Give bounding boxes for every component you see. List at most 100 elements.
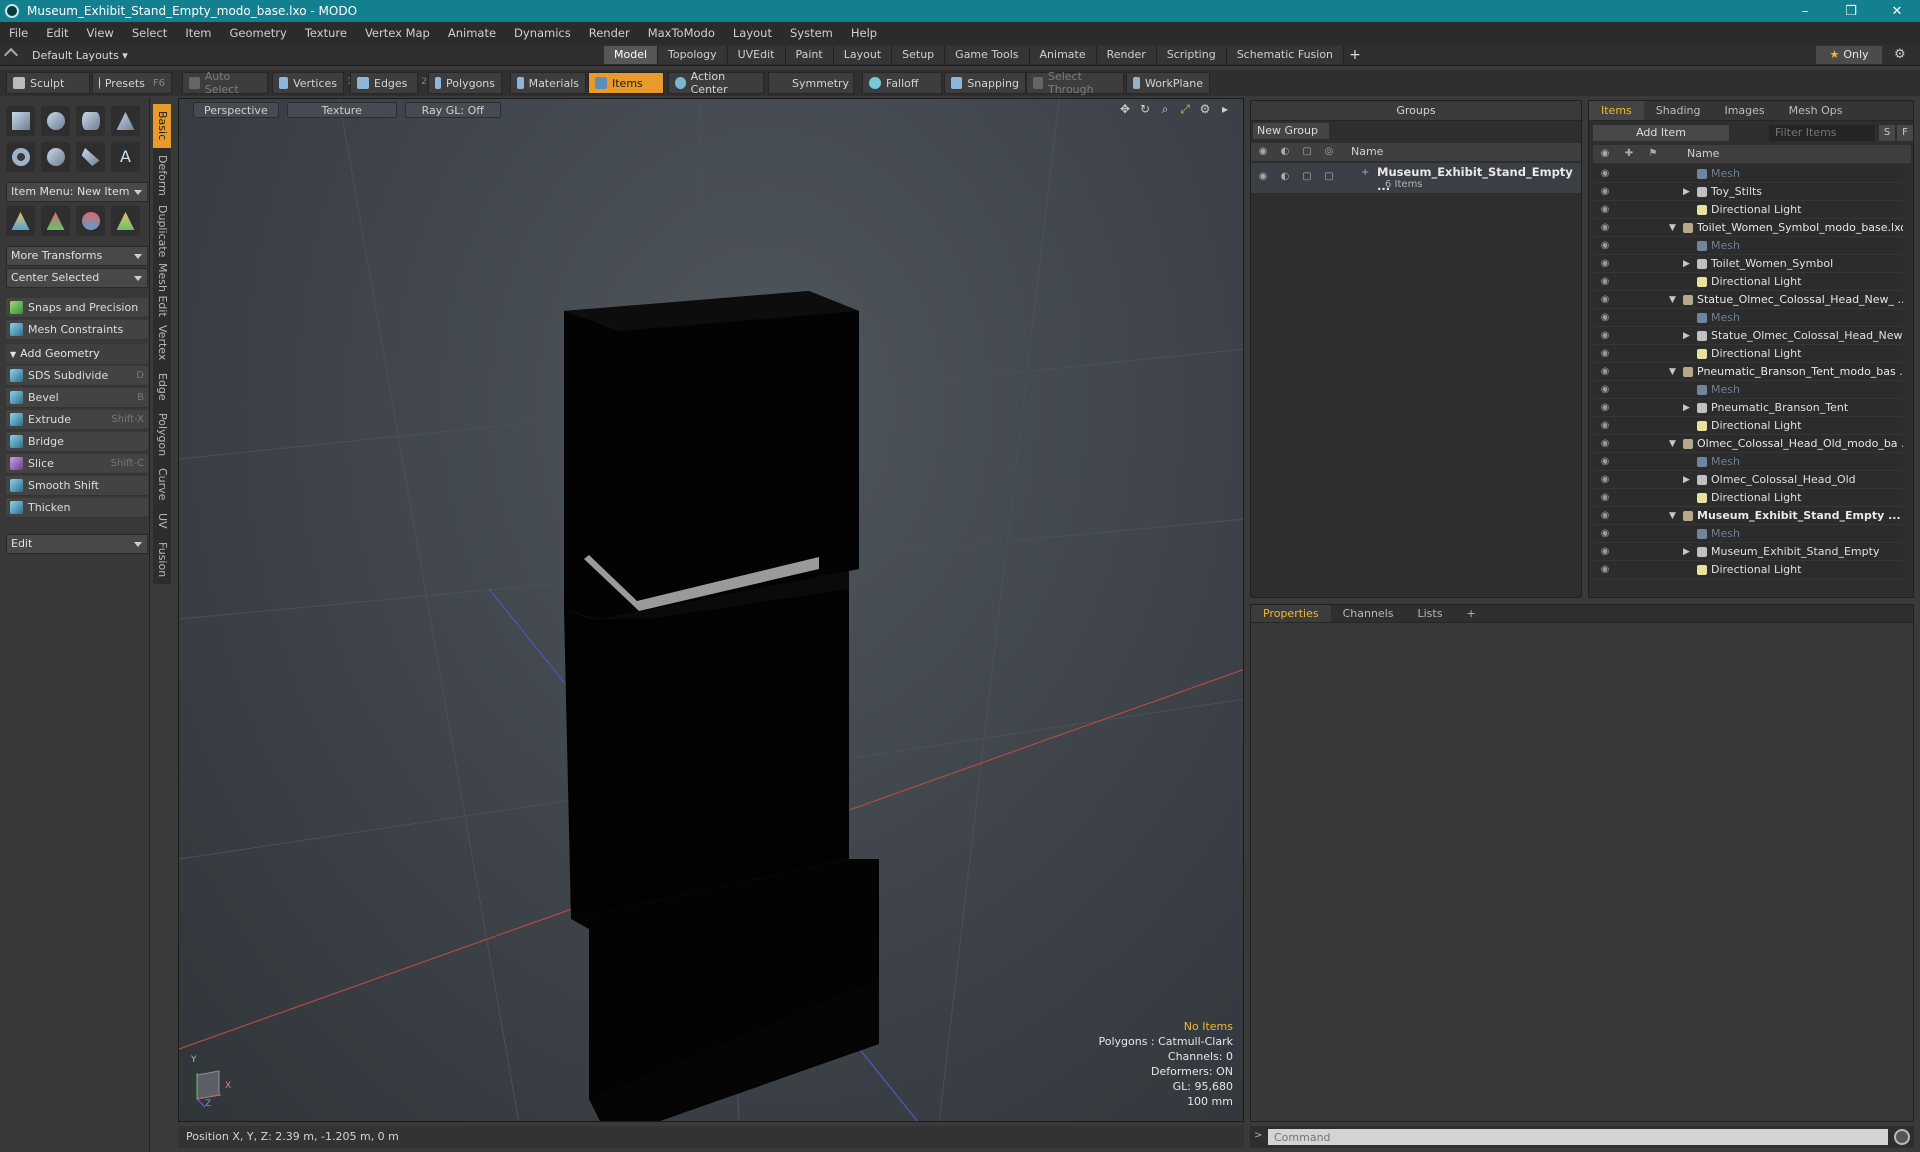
menu-view[interactable]: View	[78, 26, 123, 40]
cylinder-primitive-button[interactable]	[76, 106, 105, 136]
item-menu-dropdown[interactable]: Item Menu: New Item	[6, 182, 148, 202]
falloff-button[interactable]: Falloff	[862, 72, 942, 94]
expand-arrow-icon[interactable]: ▶	[1683, 183, 1690, 201]
list-item[interactable]: ◉ Mesh	[1593, 237, 1903, 255]
torus-primitive-button[interactable]	[6, 142, 35, 172]
list-item[interactable]: ◉ ▼ Statue_Olmec_Colossal_Head_New_ ...	[1593, 291, 1903, 309]
list-item[interactable]: ◉ Directional Light	[1593, 201, 1903, 219]
collapse-arrow-icon[interactable]: ▼	[1669, 291, 1676, 309]
tab-topology[interactable]: Topology	[658, 46, 728, 64]
minimize-button[interactable]: –	[1782, 0, 1828, 22]
visibility-eye-icon[interactable]: ◉	[1598, 255, 1612, 273]
visibility-eye-icon[interactable]: ◉	[1598, 309, 1612, 327]
center-selected-dropdown[interactable]: Center Selected	[6, 268, 148, 288]
edit-dropdown[interactable]: Edit	[6, 534, 148, 554]
select-through-button[interactable]: Select Through	[1026, 70, 1124, 96]
list-item[interactable]: ◉ Mesh	[1593, 525, 1903, 543]
list-item[interactable]: ◉ ▶ Museum_Exhibit_Stand_Empty	[1593, 543, 1903, 561]
visibility-eye-icon[interactable]: ◉	[1598, 345, 1612, 363]
extrude-button[interactable]: Extrude Shift-X	[6, 410, 148, 430]
expand-arrow-icon[interactable]: ▶	[1683, 327, 1690, 345]
tab-shading[interactable]: Shading	[1644, 101, 1713, 120]
group-render-icon[interactable]: ◐	[1277, 171, 1293, 182]
text-tool-button[interactable]: A	[111, 142, 140, 172]
tab-schematic-fusion[interactable]: Schematic Fusion	[1226, 46, 1345, 64]
group-row[interactable]: ◉ ◐ ▢ ▢ + Museum_Exhibit_Stand_Empty ...…	[1251, 163, 1581, 193]
maximize-button[interactable]: ❐	[1828, 0, 1874, 22]
expand-arrow-icon[interactable]: ▶	[1683, 471, 1690, 489]
collapse-arrow-icon[interactable]: ▼	[1669, 507, 1676, 525]
more-transforms-dropdown[interactable]: More Transforms	[6, 246, 148, 266]
tab-properties[interactable]: Properties	[1251, 605, 1331, 622]
expand-arrow-icon[interactable]: ▶	[1683, 399, 1690, 417]
bridge-button[interactable]: Bridge	[6, 432, 148, 452]
tab-paint[interactable]: Paint	[785, 46, 834, 64]
menu-select[interactable]: Select	[123, 26, 176, 40]
bevel-button[interactable]: Bevel B	[6, 388, 148, 408]
visibility-eye-icon[interactable]: ◉	[1598, 417, 1612, 435]
items-mode-button[interactable]: Items	[588, 72, 664, 94]
pen-tool-button[interactable]	[76, 142, 105, 172]
filter-items-input[interactable]	[1769, 125, 1875, 141]
thicken-button[interactable]: Thicken	[6, 498, 148, 518]
tab-mesh-ops[interactable]: Mesh Ops	[1777, 101, 1855, 120]
sds-subdivide-button[interactable]: SDS Subdivide D	[6, 366, 148, 386]
transform-tool-button[interactable]	[111, 206, 140, 236]
group-expand-icon[interactable]: +	[1361, 167, 1369, 178]
collapse-arrow-icon[interactable]: ▼	[1669, 363, 1676, 381]
add-geometry-header[interactable]: ▼ Add Geometry	[6, 344, 148, 364]
side-tab-edge[interactable]: Edge	[153, 368, 171, 406]
collapse-arrow-icon[interactable]: ▼	[1669, 435, 1676, 453]
visibility-eye-icon[interactable]: ◉	[1598, 291, 1612, 309]
group-eye-icon[interactable]: ◉	[1255, 171, 1271, 182]
side-tab-mesh-edit[interactable]: Mesh Edit	[153, 262, 171, 318]
zoom-icon[interactable]: ⌕	[1157, 102, 1173, 118]
visibility-eye-icon[interactable]: ◉	[1598, 201, 1612, 219]
side-tab-polygon[interactable]: Polygon	[153, 408, 171, 462]
list-item[interactable]: ◉ Directional Light	[1593, 345, 1903, 363]
polygons-button[interactable]: Polygons	[428, 72, 502, 94]
snapping-button[interactable]: Snapping	[944, 72, 1026, 94]
list-item[interactable]: ◉ Mesh	[1593, 165, 1903, 183]
visibility-eye-icon[interactable]: ◉	[1598, 435, 1612, 453]
tab-model[interactable]: Model	[604, 46, 659, 64]
side-tab-basic[interactable]: Basic	[153, 104, 171, 148]
list-item[interactable]: ◉ Mesh	[1593, 381, 1903, 399]
sculpt-button[interactable]: Sculpt	[6, 72, 90, 94]
list-item[interactable]: ◉ ▼ Museum_Exhibit_Stand_Empty ...	[1593, 507, 1903, 525]
visibility-eye-icon[interactable]: ◉	[1598, 183, 1612, 201]
symmetry-button[interactable]: Symmetry	[768, 72, 854, 94]
tab-render[interactable]: Render	[1096, 46, 1157, 64]
tab-channels[interactable]: Channels	[1331, 605, 1406, 622]
new-group-button[interactable]: New Group	[1253, 123, 1329, 139]
side-tab-duplicate[interactable]: Duplicate	[153, 202, 171, 260]
list-item[interactable]: ◉ ▼ Toilet_Women_Symbol_modo_base.lxo	[1593, 219, 1903, 237]
visibility-eye-icon[interactable]: ◉	[1598, 471, 1612, 489]
list-item[interactable]: ◉ ▼ Olmec_Colossal_Head_Old_modo_ba ...	[1593, 435, 1903, 453]
visibility-eye-icon[interactable]: ◉	[1598, 507, 1612, 525]
add-properties-tab-button[interactable]: +	[1454, 605, 1487, 622]
side-tab-deform[interactable]: Deform	[153, 150, 171, 200]
workplane-button[interactable]: WorkPlane	[1126, 72, 1210, 94]
viewport-more-icon[interactable]: ▸	[1217, 102, 1233, 118]
snaps-precision-button[interactable]: Snaps and Precision	[6, 298, 148, 318]
materials-button[interactable]: Materials	[510, 72, 586, 94]
filter-f-button[interactable]: F	[1897, 125, 1913, 141]
close-button[interactable]: ✕	[1874, 0, 1920, 22]
list-item[interactable]: ◉ Mesh	[1593, 309, 1903, 327]
menu-render[interactable]: Render	[580, 26, 639, 40]
menu-item[interactable]: Item	[176, 26, 220, 40]
menu-maxtomodo[interactable]: MaxToModo	[639, 26, 724, 40]
tab-layout[interactable]: Layout	[833, 46, 893, 64]
visibility-eye-icon[interactable]: ◉	[1598, 273, 1612, 291]
menu-edit[interactable]: Edit	[37, 26, 77, 40]
orbit-icon[interactable]: ↻	[1137, 102, 1153, 118]
smooth-shift-button[interactable]: Smooth Shift	[6, 476, 148, 496]
action-center-button[interactable]: Action Center	[668, 70, 764, 96]
collapse-arrow-icon[interactable]: ▼	[1669, 219, 1676, 237]
tab-items[interactable]: Items	[1589, 101, 1644, 120]
add-layout-tab-button[interactable]: +	[1344, 46, 1366, 64]
menu-layout[interactable]: Layout	[724, 26, 781, 40]
cone-primitive-button[interactable]	[111, 106, 140, 136]
tab-game-tools[interactable]: Game Tools	[945, 46, 1030, 64]
